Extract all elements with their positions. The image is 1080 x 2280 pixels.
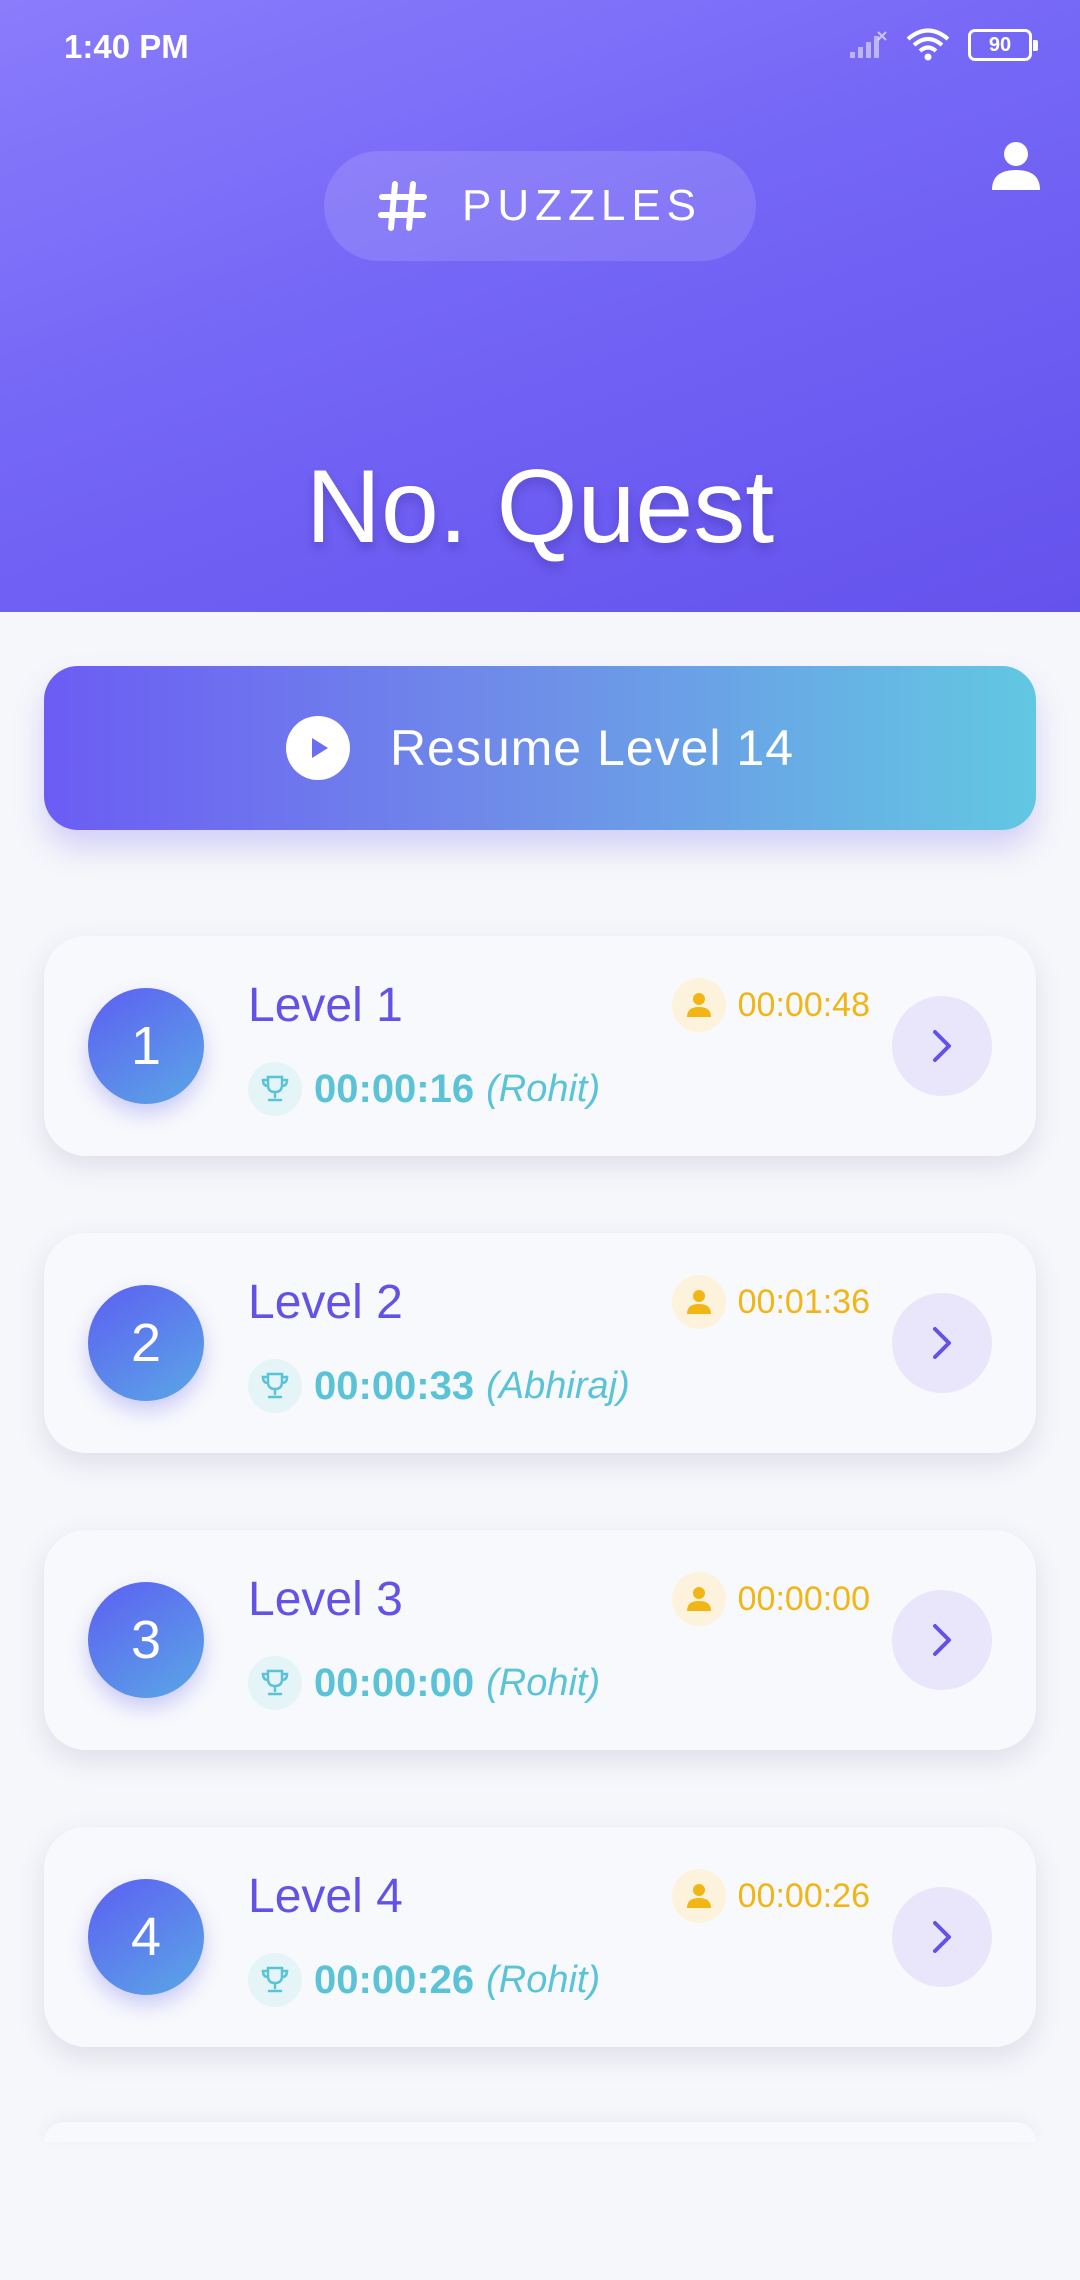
- app-title: No. Quest: [305, 449, 775, 565]
- person-icon: [671, 1275, 726, 1329]
- person-icon: [671, 1869, 726, 1923]
- level-card-4[interactable]: 4 Level 4 00:00:26 00:00:26 (Rohit): [44, 1827, 1036, 2047]
- level-card-3[interactable]: 3 Level 3 00:00:00 00:00:00 (Rohit): [44, 1530, 1036, 1750]
- trophy-icon: [248, 1359, 302, 1413]
- puzzles-pill[interactable]: PUZZLES: [324, 151, 756, 261]
- best-time-value: 00:00:33: [314, 1363, 475, 1408]
- app-header: 1:40 PM 90 PUZZLES No. Quest: [0, 0, 1080, 612]
- resume-label: Resume Level 14: [389, 720, 795, 776]
- level-number-badge: 4: [88, 1879, 204, 1995]
- level-title: Level 4: [248, 1870, 403, 1923]
- best-time-value: 00:00:26: [314, 1957, 475, 2002]
- signal-icon: [850, 31, 887, 58]
- my-time-value: 00:00:00: [737, 1579, 870, 1618]
- level-card-5-peek: [44, 2122, 1036, 2142]
- best-player-name: (Rohit): [486, 1661, 601, 1704]
- best-time: 00:00:00 (Rohit): [248, 1656, 600, 1710]
- hash-icon: [377, 181, 427, 231]
- chevron-right-icon: [933, 1624, 951, 1656]
- level-number-badge: 3: [88, 1582, 204, 1698]
- trophy-icon: [248, 1953, 302, 2007]
- person-icon: [671, 1572, 726, 1626]
- trophy-icon: [248, 1062, 302, 1116]
- profile-button[interactable]: [988, 138, 1044, 194]
- level-number-badge: 1: [88, 988, 204, 1104]
- level-title: Level 3: [248, 1573, 403, 1626]
- best-player-name: (Rohit): [486, 1958, 601, 2001]
- best-time: 00:00:33 (Abhiraj): [248, 1359, 630, 1413]
- chevron-right-icon: [933, 1030, 951, 1062]
- best-time-value: 00:00:00: [314, 1660, 475, 1705]
- best-time: 00:00:16 (Rohit): [248, 1062, 600, 1116]
- person-icon: [671, 978, 726, 1032]
- battery-icon: 90: [968, 29, 1038, 61]
- my-time: 00:00:00: [671, 1572, 870, 1626]
- open-level-button[interactable]: [892, 1293, 992, 1393]
- puzzles-label: PUZZLES: [461, 181, 703, 230]
- status-icons: 90: [848, 28, 1038, 62]
- person-icon: [992, 142, 1040, 190]
- my-time: 00:00:26: [671, 1869, 870, 1923]
- level-title: Level 2: [248, 1276, 403, 1329]
- chevron-right-icon: [933, 1327, 951, 1359]
- resume-button[interactable]: Resume Level 14: [44, 666, 1036, 830]
- my-time-value: 00:00:26: [737, 1876, 870, 1915]
- open-level-button[interactable]: [892, 1590, 992, 1690]
- best-time-value: 00:00:16: [314, 1066, 475, 1111]
- my-time: 00:01:36: [671, 1275, 870, 1329]
- level-title: Level 1: [248, 979, 403, 1032]
- trophy-icon: [248, 1656, 302, 1710]
- my-time: 00:00:48: [671, 978, 870, 1032]
- best-time: 00:00:26 (Rohit): [248, 1953, 600, 2007]
- best-player-name: (Abhiraj): [486, 1364, 630, 1407]
- my-time-value: 00:00:48: [737, 985, 870, 1024]
- level-number-badge: 2: [88, 1285, 204, 1401]
- open-level-button[interactable]: [892, 1887, 992, 1987]
- wifi-icon: [906, 28, 950, 61]
- my-time-value: 00:01:36: [737, 1282, 870, 1321]
- level-card-1[interactable]: 1 Level 1 00:00:48 00:00:16 (Rohit): [44, 936, 1036, 1156]
- level-card-2[interactable]: 2 Level 2 00:01:36 00:00:33 (Abhiraj): [44, 1233, 1036, 1453]
- open-level-button[interactable]: [892, 996, 992, 1096]
- play-icon: [285, 716, 350, 780]
- status-time: 1:40 PM: [64, 28, 189, 65]
- chevron-right-icon: [933, 1921, 951, 1953]
- best-player-name: (Rohit): [486, 1067, 601, 1110]
